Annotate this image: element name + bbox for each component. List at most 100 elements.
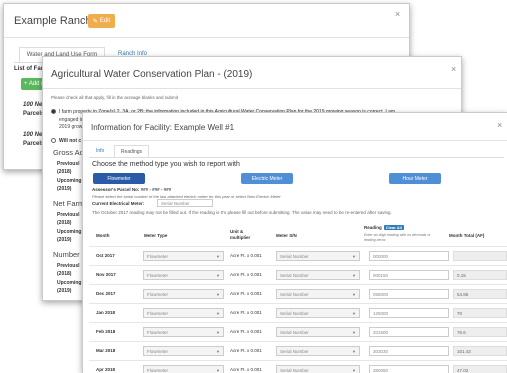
edit-label: Edit: [99, 18, 111, 24]
month-cell: Nov 2017: [96, 272, 116, 277]
chevron-down-icon: ▼: [352, 330, 356, 335]
reading-input[interactable]: 350050: [369, 365, 449, 373]
month-total-field: 47.02: [453, 365, 507, 373]
serial-number-select[interactable]: Serial Number ▼: [276, 308, 360, 318]
month-cell: Oct 2017: [96, 253, 115, 258]
reading-warning: The October 2017 reading may not be fill…: [92, 210, 392, 215]
farm-statement-line: 2019 grow: [59, 124, 83, 130]
clear-all-button[interactable]: Clear All: [383, 225, 404, 230]
meter-type-select[interactable]: Flowmeter ▼: [143, 308, 224, 318]
field-label: (2019): [57, 288, 72, 294]
unit-cell: Acre Ft. x 0.001: [230, 253, 262, 258]
serial-number-select[interactable]: Serial Number ▼: [276, 327, 360, 337]
serial-number-select[interactable]: Serial Number ▼: [276, 365, 360, 373]
month-cell: Dec 2017: [96, 291, 116, 296]
serial-number-select[interactable]: Serial Number ▼: [276, 270, 360, 280]
column-month-total: Month Total (AF): [449, 233, 485, 238]
chevron-down-icon: ▼: [216, 330, 220, 335]
serial-number-value: Serial Number: [280, 349, 309, 354]
method-prompt: Choose the method type you wish to repor…: [92, 161, 240, 168]
meter-type-select[interactable]: Flowmeter ▼: [143, 289, 224, 299]
chevron-down-icon: ▼: [216, 368, 220, 373]
field-label: (2019): [57, 237, 72, 243]
unit-cell: Acre Ft. x 0.001: [230, 329, 262, 334]
meter-type-value: Flowmeter: [147, 311, 169, 316]
radio-icon[interactable]: [51, 138, 56, 144]
divider: [83, 140, 507, 141]
reading-input[interactable]: 303030: [369, 346, 449, 356]
table-row: Dec 2017 Flowmeter ▼ Acre Ft. x 0.001 Serial…: [89, 284, 507, 304]
column-unit-line2: multiplier: [230, 235, 251, 240]
meter-type-select[interactable]: Flowmeter ▼: [143, 346, 224, 356]
will-not-option[interactable]: Will not c: [51, 138, 81, 144]
reading-input[interactable]: 055000: [369, 289, 449, 299]
tab-info[interactable]: Info: [96, 148, 104, 154]
month-total-field: [453, 251, 507, 261]
apn-value: ### - ### - ###: [140, 187, 172, 192]
unit-cell: Acre Ft. x 0.001: [230, 291, 262, 296]
radio-icon[interactable]: [51, 109, 56, 115]
chevron-down-icon: ▼: [352, 349, 356, 354]
chevron-down-icon: ▼: [216, 292, 220, 297]
edit-button[interactable]: ✎ Edit: [88, 14, 115, 28]
current-meter-label: Current Electrical Meter:: [92, 201, 145, 206]
column-month: Month: [96, 233, 110, 238]
will-not-label: Will not c: [59, 138, 82, 144]
electric-meter-button[interactable]: Electric Meter: [241, 173, 293, 184]
reading-input[interactable]: 125000: [369, 308, 449, 318]
apn-label: Assessor's Parcel No:: [92, 187, 140, 192]
meter-type-value: Flowmeter: [147, 292, 169, 297]
meter-type-select[interactable]: Flowmeter ▼: [143, 270, 224, 280]
field-label: Upcoming: [57, 280, 82, 286]
table-row: Oct 2017 Flowmeter ▼ Acre Ft. x 0.001 Serial…: [89, 246, 507, 266]
field-label: Upcoming: [57, 178, 82, 184]
meter-type-select[interactable]: Flowmeter ▼: [143, 251, 224, 261]
field-label: (2018): [57, 220, 72, 226]
meter-type-select[interactable]: Flowmeter ▼: [143, 327, 224, 337]
month-total-field: 0.15: [453, 270, 507, 280]
facility-title: Information for Facility: Example Well #…: [91, 123, 235, 132]
table-row: Nov 2017 Flowmeter ▼ Acre Ft. x 0.001 Serial…: [89, 265, 507, 285]
month-total-field: 70: [453, 308, 507, 318]
meter-type-select[interactable]: Flowmeter ▼: [143, 365, 224, 373]
close-icon[interactable]: ×: [451, 65, 456, 74]
serial-number-select[interactable]: Serial Number ▼: [276, 289, 360, 299]
hour-meter-button[interactable]: Hour Meter: [389, 173, 441, 184]
tab-readings[interactable]: Readings: [114, 145, 149, 157]
unit-cell: Acre Ft. x 0.001: [230, 348, 262, 353]
serial-number-value: Serial Number: [280, 330, 309, 335]
current-meter-select[interactable]: Serial Number: [157, 199, 213, 207]
flowmeter-button[interactable]: Flowmeter: [93, 173, 145, 184]
reading-input[interactable]: 201600: [369, 327, 449, 337]
facility-modal: Information for Facility: Example Well #…: [82, 112, 507, 373]
field-label: Upcoming: [57, 229, 82, 235]
chevron-down-icon: ▼: [352, 368, 356, 373]
column-reading: Reading Clear All: [364, 225, 404, 230]
field-label: (2018): [57, 271, 72, 277]
serial-number-select[interactable]: Serial Number ▼: [276, 251, 360, 261]
field-label: Previousl: [57, 161, 80, 167]
reading-input[interactable]: 000000: [369, 251, 449, 261]
column-meter-sn: Meter S/N: [276, 233, 297, 238]
serial-number-select[interactable]: Serial Number ▼: [276, 346, 360, 356]
table-row: Feb 2018 Flowmeter ▼ Acre Ft. x 0.001 Serial…: [89, 322, 507, 342]
column-unit: Unit & multiplier: [230, 229, 250, 241]
serial-number-value: Serial Number: [280, 292, 309, 297]
serial-number-value: Serial Number: [280, 254, 309, 259]
close-icon[interactable]: ×: [395, 10, 400, 19]
month-total-field: 54.85: [453, 289, 507, 299]
edit-icon: ✎: [92, 18, 98, 25]
reading-input[interactable]: 000150: [369, 270, 449, 280]
meter-type-value: Flowmeter: [147, 368, 169, 373]
chevron-down-icon: ▼: [352, 273, 356, 278]
table-row: Mar 2018 Flowmeter ▼ Acre Ft. x 0.001 Serial…: [89, 341, 507, 361]
meter-type-value: Flowmeter: [147, 349, 169, 354]
farm-statement-line: engaged in: [59, 117, 84, 123]
field-label: (2018): [57, 169, 72, 175]
reading-label: Reading: [364, 225, 382, 230]
close-icon[interactable]: ×: [497, 121, 502, 130]
field-label: Previousl: [57, 212, 80, 218]
chevron-down-icon: ▼: [216, 311, 220, 316]
month-cell: Apr 2018: [96, 367, 116, 372]
divider: [43, 88, 461, 89]
